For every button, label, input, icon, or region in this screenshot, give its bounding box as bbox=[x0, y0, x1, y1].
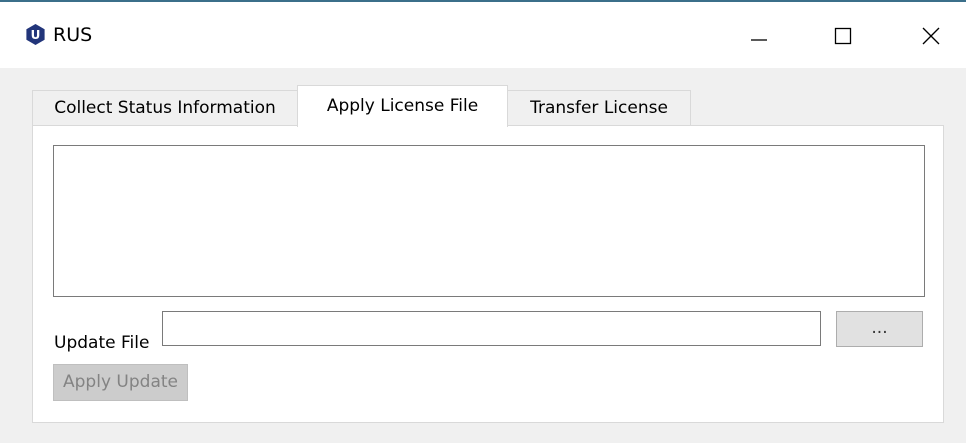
tab-apply-license-file[interactable]: Apply License File bbox=[297, 85, 508, 127]
update-file-input[interactable] bbox=[162, 311, 821, 346]
tab-transfer-license[interactable]: Transfer License bbox=[507, 90, 691, 126]
tab-collect-status-information[interactable]: Collect Status Information bbox=[32, 90, 298, 126]
minimize-button[interactable] bbox=[730, 10, 788, 62]
title-bar[interactable]: U RUS bbox=[0, 2, 966, 68]
minimize-icon bbox=[751, 39, 767, 41]
rus-window: U RUS Collect Status Information Apply L… bbox=[0, 0, 966, 443]
maximize-button[interactable] bbox=[814, 10, 872, 62]
app-logo-icon: U bbox=[26, 24, 45, 45]
apply-update-button: Apply Update bbox=[53, 364, 188, 401]
close-icon bbox=[922, 27, 940, 45]
window-title: RUS bbox=[53, 24, 93, 46]
close-button[interactable] bbox=[902, 10, 960, 62]
update-file-label: Update File bbox=[54, 333, 150, 353]
browse-button[interactable]: ... bbox=[836, 311, 923, 347]
license-log-textarea[interactable] bbox=[53, 145, 925, 297]
maximize-icon bbox=[834, 27, 852, 45]
svg-text:U: U bbox=[31, 28, 41, 42]
